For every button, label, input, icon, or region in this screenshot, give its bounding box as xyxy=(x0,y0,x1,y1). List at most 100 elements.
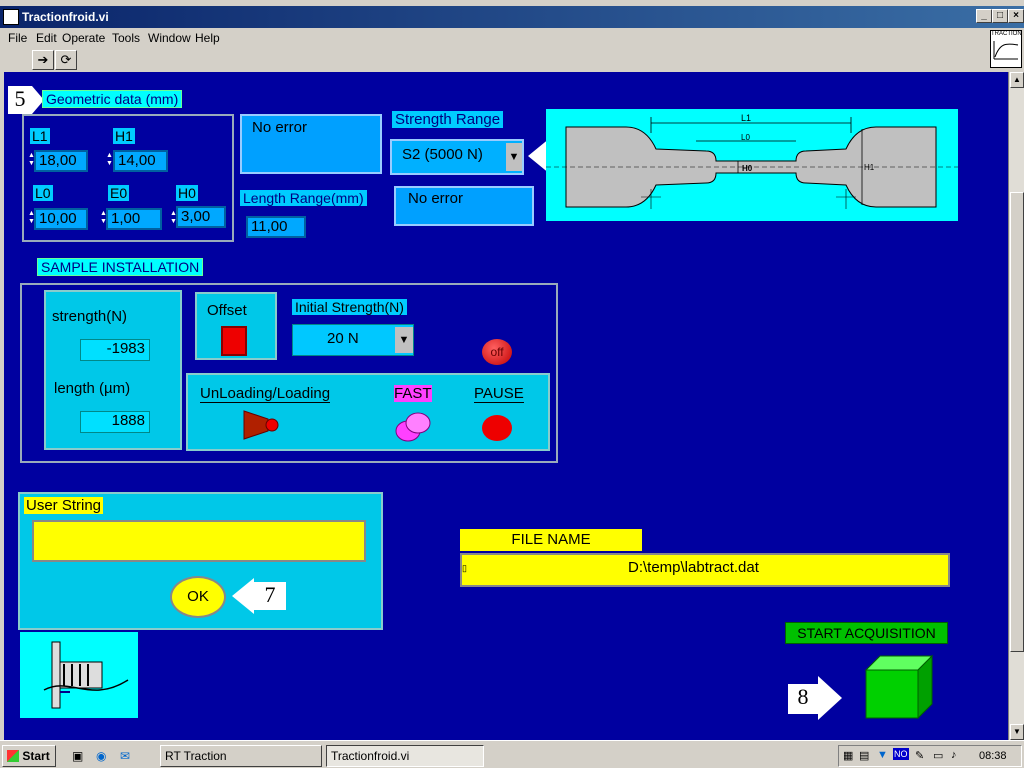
l1-label: L1 xyxy=(30,128,50,144)
strength-value: -1983 xyxy=(80,339,150,361)
e0-label: E0 xyxy=(108,185,130,201)
off-indicator[interactable]: off xyxy=(482,339,512,365)
fast-button-icon[interactable] xyxy=(392,409,434,443)
h1-spinner[interactable]: ▲ ▼ xyxy=(106,152,113,168)
run-continuously-icon[interactable]: ⟳ xyxy=(55,50,77,70)
menu-bar: File Edit Operate Tools Window Help xyxy=(0,28,1024,48)
diagram-label-h0: H0 xyxy=(742,164,753,173)
quicklaunch-desktop-icon[interactable]: ▣ xyxy=(72,749,83,763)
tray-language-icon[interactable]: NO xyxy=(893,748,909,760)
scroll-down-icon[interactable]: ▼ xyxy=(1010,724,1024,740)
length-range-label: Length Range(mm) xyxy=(240,190,367,206)
initial-strength-value: 20 N xyxy=(327,330,359,347)
user-string-input[interactable] xyxy=(32,520,366,562)
tray-network-icon[interactable]: ▦ xyxy=(843,749,853,762)
strength-label: strength(N) xyxy=(52,308,128,325)
diagram-label-h1: H1 xyxy=(864,163,875,172)
file-name-label: FILE NAME xyxy=(460,529,642,551)
strength-range-value: S2 (5000 N) xyxy=(402,146,483,163)
length-error-indicator: No error xyxy=(394,186,534,226)
dropdown-arrow-icon[interactable]: ▼ xyxy=(395,327,413,353)
l1-field[interactable]: 18,00 xyxy=(34,150,88,172)
offset-button[interactable] xyxy=(221,326,247,356)
scroll-thumb[interactable] xyxy=(1010,192,1024,652)
diagram-label-l1: L1 xyxy=(741,113,751,123)
tray-computer-icon[interactable]: ▤ xyxy=(859,749,869,762)
h0-field[interactable]: 3,00 xyxy=(176,206,226,228)
start-button[interactable]: Start xyxy=(2,745,56,767)
length-value: 1888 xyxy=(80,411,150,433)
start-acquisition-cube-icon[interactable] xyxy=(864,654,934,720)
start-acquisition-label: START ACQUISITION xyxy=(785,622,948,644)
menu-edit[interactable]: Edit xyxy=(36,31,57,45)
ok-button[interactable]: OK xyxy=(170,576,226,618)
menu-file[interactable]: File xyxy=(8,31,27,45)
unloading-loading-label: UnLoading/Loading xyxy=(200,385,331,403)
task-rt-traction[interactable]: RT Traction xyxy=(160,745,322,767)
maximize-button[interactable]: □ xyxy=(992,9,1008,23)
dog-bone-specimen-icon: L1 L0 H0 H1 xyxy=(546,113,958,209)
loading-toggle-icon[interactable] xyxy=(240,409,282,441)
e0-field[interactable]: 1,00 xyxy=(106,208,162,230)
initial-strength-select[interactable]: 20 N ▼ xyxy=(292,324,414,356)
system-tray: ▦ ▤ ▼ NO ✎ ▭ ♪ 08:38 xyxy=(838,745,1022,767)
callout-7-arrow xyxy=(232,578,254,614)
file-name-value: D:\temp\labtract.dat xyxy=(628,559,759,576)
dropdown-arrow-icon[interactable]: ▼ xyxy=(506,143,522,171)
offset-label: Offset xyxy=(207,302,247,319)
h1-field[interactable]: 14,00 xyxy=(113,150,168,172)
file-name-field[interactable]: ▯ D:\temp\labtract.dat xyxy=(460,553,950,587)
start-label: Start xyxy=(22,749,50,763)
window-title-bar[interactable]: Tractionfroid.vi _ □ × xyxy=(0,6,1024,28)
h0-label: H0 xyxy=(176,185,198,201)
pause-label: PAUSE xyxy=(474,385,524,403)
length-label: length (µm) xyxy=(54,380,131,397)
task-tractionfroid[interactable]: Tractionfroid.vi xyxy=(326,745,484,767)
geometric-data-title: Geometric data (mm) xyxy=(42,90,183,108)
tray-display-icon[interactable]: ▭ xyxy=(933,749,943,762)
callout-7: 7 xyxy=(254,582,286,610)
offset-box: Offset xyxy=(195,292,277,360)
off-label: off xyxy=(490,345,504,359)
diagram-label-l0: L0 xyxy=(741,133,750,142)
strength-range-select[interactable]: S2 (5000 N) ▼ xyxy=(390,139,524,175)
tray-filter-icon[interactable]: ▼ xyxy=(877,749,888,761)
callout-5: 5 xyxy=(8,86,32,114)
run-arrow-icon[interactable]: ➔ xyxy=(32,50,54,70)
menu-help[interactable]: Help xyxy=(195,31,220,45)
task-label: RT Traction xyxy=(165,749,227,763)
clock: 08:38 xyxy=(979,750,1007,762)
l0-label: L0 xyxy=(33,185,53,201)
length-range-field: 11,00 xyxy=(246,216,306,238)
menu-window[interactable]: Window xyxy=(148,31,191,45)
traction-curve-icon xyxy=(993,41,1019,60)
measures-box: strength(N) -1983 length (µm) 1888 xyxy=(44,290,182,450)
scroll-up-icon[interactable]: ▲ xyxy=(1010,72,1024,88)
tray-tools-icon[interactable]: ✎ xyxy=(915,749,924,762)
quicklaunch-browser-icon[interactable]: ◉ xyxy=(96,749,106,763)
menu-tools[interactable]: Tools xyxy=(112,31,140,45)
l0-field[interactable]: 10,00 xyxy=(34,208,88,230)
loading-controls-box: UnLoading/Loading FAST PAUSE xyxy=(186,373,550,451)
close-button[interactable]: × xyxy=(1008,9,1024,23)
user-string-label: User String xyxy=(24,497,104,514)
window-title: Tractionfroid.vi xyxy=(22,10,109,24)
taskbar: Start ▣ ◉ ✉ RT Traction Tractionfroid.vi… xyxy=(0,740,1024,768)
tray-speaker-icon[interactable]: ♪ xyxy=(951,749,957,761)
toolbar: ➔ ⟳ TRACTION xyxy=(0,30,1024,72)
geometric-error-indicator: No error xyxy=(240,114,382,174)
vertical-scrollbar[interactable]: ▲ ▼ xyxy=(1008,72,1024,740)
specimen-diagram: L1 L0 H0 H1 xyxy=(546,109,958,221)
vi-app-icon xyxy=(3,9,19,25)
callout-8: 8 xyxy=(788,684,818,714)
pause-button[interactable] xyxy=(482,415,512,441)
menu-operate[interactable]: Operate xyxy=(62,31,105,45)
tensile-machine-icon xyxy=(43,641,129,709)
task-label: Tractionfroid.vi xyxy=(331,749,410,763)
minimize-button[interactable]: _ xyxy=(976,9,992,23)
path-browse-icon[interactable]: ▯ xyxy=(462,563,472,577)
machine-image xyxy=(20,632,138,718)
fast-label: FAST xyxy=(394,385,432,402)
quicklaunch-mail-icon[interactable]: ✉ xyxy=(120,749,130,763)
initial-strength-label: Initial Strength(N) xyxy=(292,299,407,315)
